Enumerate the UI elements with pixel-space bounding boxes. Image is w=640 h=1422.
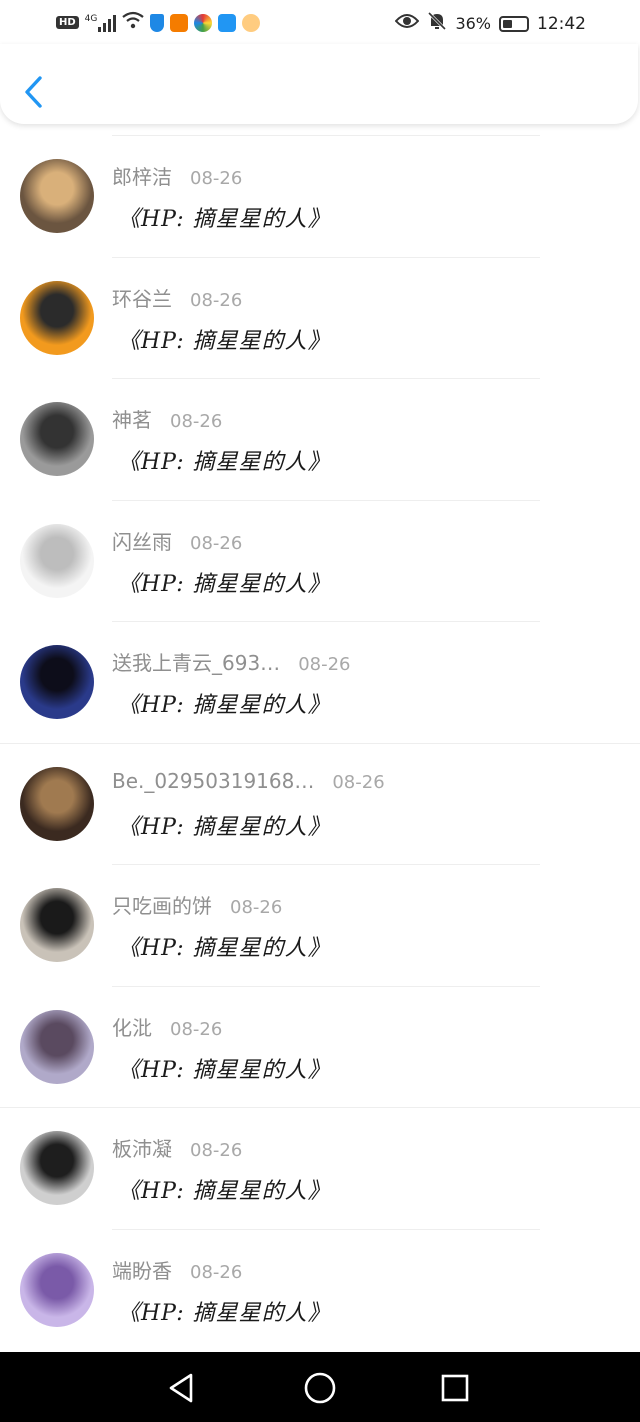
avatar[interactable]: [20, 766, 94, 841]
row-divider: [112, 378, 540, 379]
video-app-icon: [170, 13, 189, 32]
item-date: 08-26: [170, 1018, 223, 1040]
list-item[interactable]: 环谷兰 08-26 《HP: 摘星星的人》: [0, 256, 640, 379]
wifi-icon: [122, 11, 145, 34]
avatar[interactable]: [20, 402, 94, 476]
avatar[interactable]: [20, 523, 94, 598]
username[interactable]: 环谷兰 08-26: [112, 283, 242, 312]
list-item[interactable]: Be._02950319168… 08-26 《HP: 摘星星的人》: [0, 742, 640, 865]
item-date: 08-26: [170, 411, 223, 432]
username[interactable]: 神茗 08-26: [112, 404, 222, 433]
list-item[interactable]: 郎梓洁 08-26 《HP: 摘星星的人》: [0, 135, 640, 257]
avatar[interactable]: [20, 159, 94, 233]
status-time: 12:42: [537, 13, 586, 34]
shield-app-icon: [150, 13, 165, 32]
item-message: 《HP: 摘星星的人》: [118, 1179, 331, 1204]
list-item[interactable]: 送我上青云_693… 08-26 《HP: 摘星星的人》: [0, 621, 640, 743]
mute-bell-icon: [427, 11, 447, 36]
item-message: 《HP: 摘星星的人》: [118, 814, 331, 840]
list-item[interactable]: 端盼香 08-26 《HP: 摘星星的人》: [0, 1228, 640, 1351]
nav-recents-button[interactable]: [436, 1369, 474, 1407]
username[interactable]: 板沛凝 08-26: [112, 1133, 242, 1162]
list-item[interactable]: 化沘 08-26 《HP: 摘星星的人》: [0, 985, 640, 1108]
item-date: 08-26: [298, 654, 351, 675]
hd-badge: HD: [56, 16, 79, 29]
item-message: 《HP: 摘星星的人》: [118, 693, 331, 718]
status-bar: HD 4G 36% 12:42: [0, 0, 640, 44]
avatar[interactable]: [20, 1252, 94, 1327]
weibo-app-icon: [242, 13, 261, 32]
row-divider: [112, 135, 540, 136]
item-date: 08-26: [190, 168, 243, 189]
nav-back-button[interactable]: [163, 1369, 201, 1407]
avatar[interactable]: [20, 888, 94, 962]
row-divider: [112, 1228, 540, 1230]
avatar[interactable]: [20, 645, 94, 719]
username[interactable]: 送我上青云_693… 08-26: [112, 647, 351, 676]
item-date: 08-26: [230, 897, 283, 918]
nav-home-button[interactable]: [301, 1369, 339, 1407]
cloud-app-icon: [218, 13, 237, 32]
chevron-left-icon: [25, 76, 42, 108]
list-item[interactable]: 神茗 08-26 《HP: 摘星星的人》: [0, 378, 640, 500]
item-message: 《HP: 摘星星的人》: [118, 1057, 331, 1083]
row-divider: [112, 985, 540, 987]
username[interactable]: Be._02950319168… 08-26: [112, 769, 385, 793]
item-message: 《HP: 摘星星的人》: [118, 936, 331, 961]
avatar[interactable]: [20, 1009, 94, 1084]
list-item[interactable]: 板沛凝 08-26 《HP: 摘星星的人》: [0, 1107, 640, 1229]
username[interactable]: 化沘 08-26: [112, 1012, 222, 1041]
item-date: 08-26: [332, 771, 385, 793]
signal-type: 4G: [84, 13, 98, 24]
username[interactable]: 郎梓洁 08-26: [112, 161, 242, 190]
item-message: 《HP: 摘星星的人》: [118, 207, 331, 232]
item-date: 08-26: [190, 289, 243, 311]
signal-icon: 4G: [85, 14, 117, 32]
username[interactable]: 只吃画的饼 08-26: [112, 890, 282, 919]
battery-percent: 36%: [455, 14, 491, 33]
status-left: HD 4G: [56, 11, 261, 34]
item-message: 《HP: 摘星星的人》: [118, 328, 331, 354]
row-divider: [0, 1107, 640, 1108]
back-button[interactable]: [18, 72, 52, 112]
avatar[interactable]: [20, 280, 94, 355]
user-list: 郎梓洁 08-26 《HP: 摘星星的人》 环谷兰 08-26 《HP: 摘星星的人》 神茗…: [0, 135, 640, 1350]
row-divider: [112, 621, 540, 622]
top-header: [0, 44, 638, 124]
system-nav-bar: [0, 1352, 640, 1422]
item-message: 《HP: 摘星星的人》: [118, 450, 331, 475]
row-divider: [0, 742, 640, 744]
list-item[interactable]: 闪丝雨 08-26 《HP: 摘星星的人》: [0, 499, 640, 622]
item-message: 《HP: 摘星星的人》: [118, 571, 331, 597]
list-item[interactable]: 只吃画的饼 08-26 《HP: 摘星星的人》: [0, 864, 640, 986]
row-divider: [112, 256, 540, 258]
item-message: 《HP: 摘星星的人》: [118, 1300, 331, 1326]
item-date: 08-26: [190, 1261, 243, 1283]
username[interactable]: 端盼香 08-26: [112, 1255, 242, 1284]
username[interactable]: 闪丝雨 08-26: [112, 526, 242, 555]
item-date: 08-26: [190, 1140, 243, 1161]
avatar[interactable]: [20, 1131, 94, 1205]
eye-icon: [395, 12, 420, 35]
square-recents-icon: [441, 1374, 469, 1402]
status-right: 36% 12:42: [395, 11, 586, 36]
battery-icon: [499, 15, 529, 32]
triangle-back-icon: [169, 1373, 193, 1403]
pinwheel-app-icon: [194, 13, 213, 32]
row-divider: [112, 864, 540, 865]
item-date: 08-26: [190, 532, 243, 554]
row-divider: [112, 499, 540, 501]
circle-home-icon: [304, 1372, 336, 1404]
